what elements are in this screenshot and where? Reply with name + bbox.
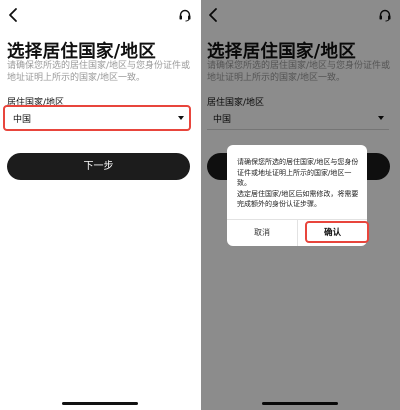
top-bar xyxy=(0,0,200,30)
panel-divider xyxy=(199,0,201,410)
cancel-button[interactable]: 取消 xyxy=(227,220,297,246)
confirm-highlight-box xyxy=(305,221,369,243)
dialog-message-line2: 选定居住国家/地区后如需修改，将需要完成额外的身份认证步骤。 xyxy=(237,189,359,209)
back-chevron-icon[interactable] xyxy=(7,7,21,23)
dialog-message: 请确保您所选的居住国家/地区与您身份证件或地址证明上所示的国家/地区一致。 选定… xyxy=(237,157,361,210)
next-step-button[interactable]: 下一步 xyxy=(7,153,190,180)
screen-comparison: 选择居住国家/地区 请确保您所选的居住国家/地区与您身份证件或地址证明上所示的国… xyxy=(0,0,400,410)
country-select-screen: 选择居住国家/地区 请确保您所选的居住国家/地区与您身份证件或地址证明上所示的国… xyxy=(0,0,200,410)
headset-icon[interactable] xyxy=(178,8,192,22)
dialog-message-line1: 请确保您所选的居住国家/地区与您身份证件或地址证明上所示的国家/地区一致。 xyxy=(237,158,359,187)
confirm-dialog-screen: 选择居住国家/地区 请确保您所选的居住国家/地区与您身份证件或地址证明上所示的国… xyxy=(200,0,400,410)
home-indicator xyxy=(62,402,138,405)
select-highlight-box xyxy=(3,105,191,131)
page-subtitle: 请确保您所选的居住国家/地区与您身份证件或地址证明上所示的国家/地区一致。 xyxy=(7,61,191,83)
